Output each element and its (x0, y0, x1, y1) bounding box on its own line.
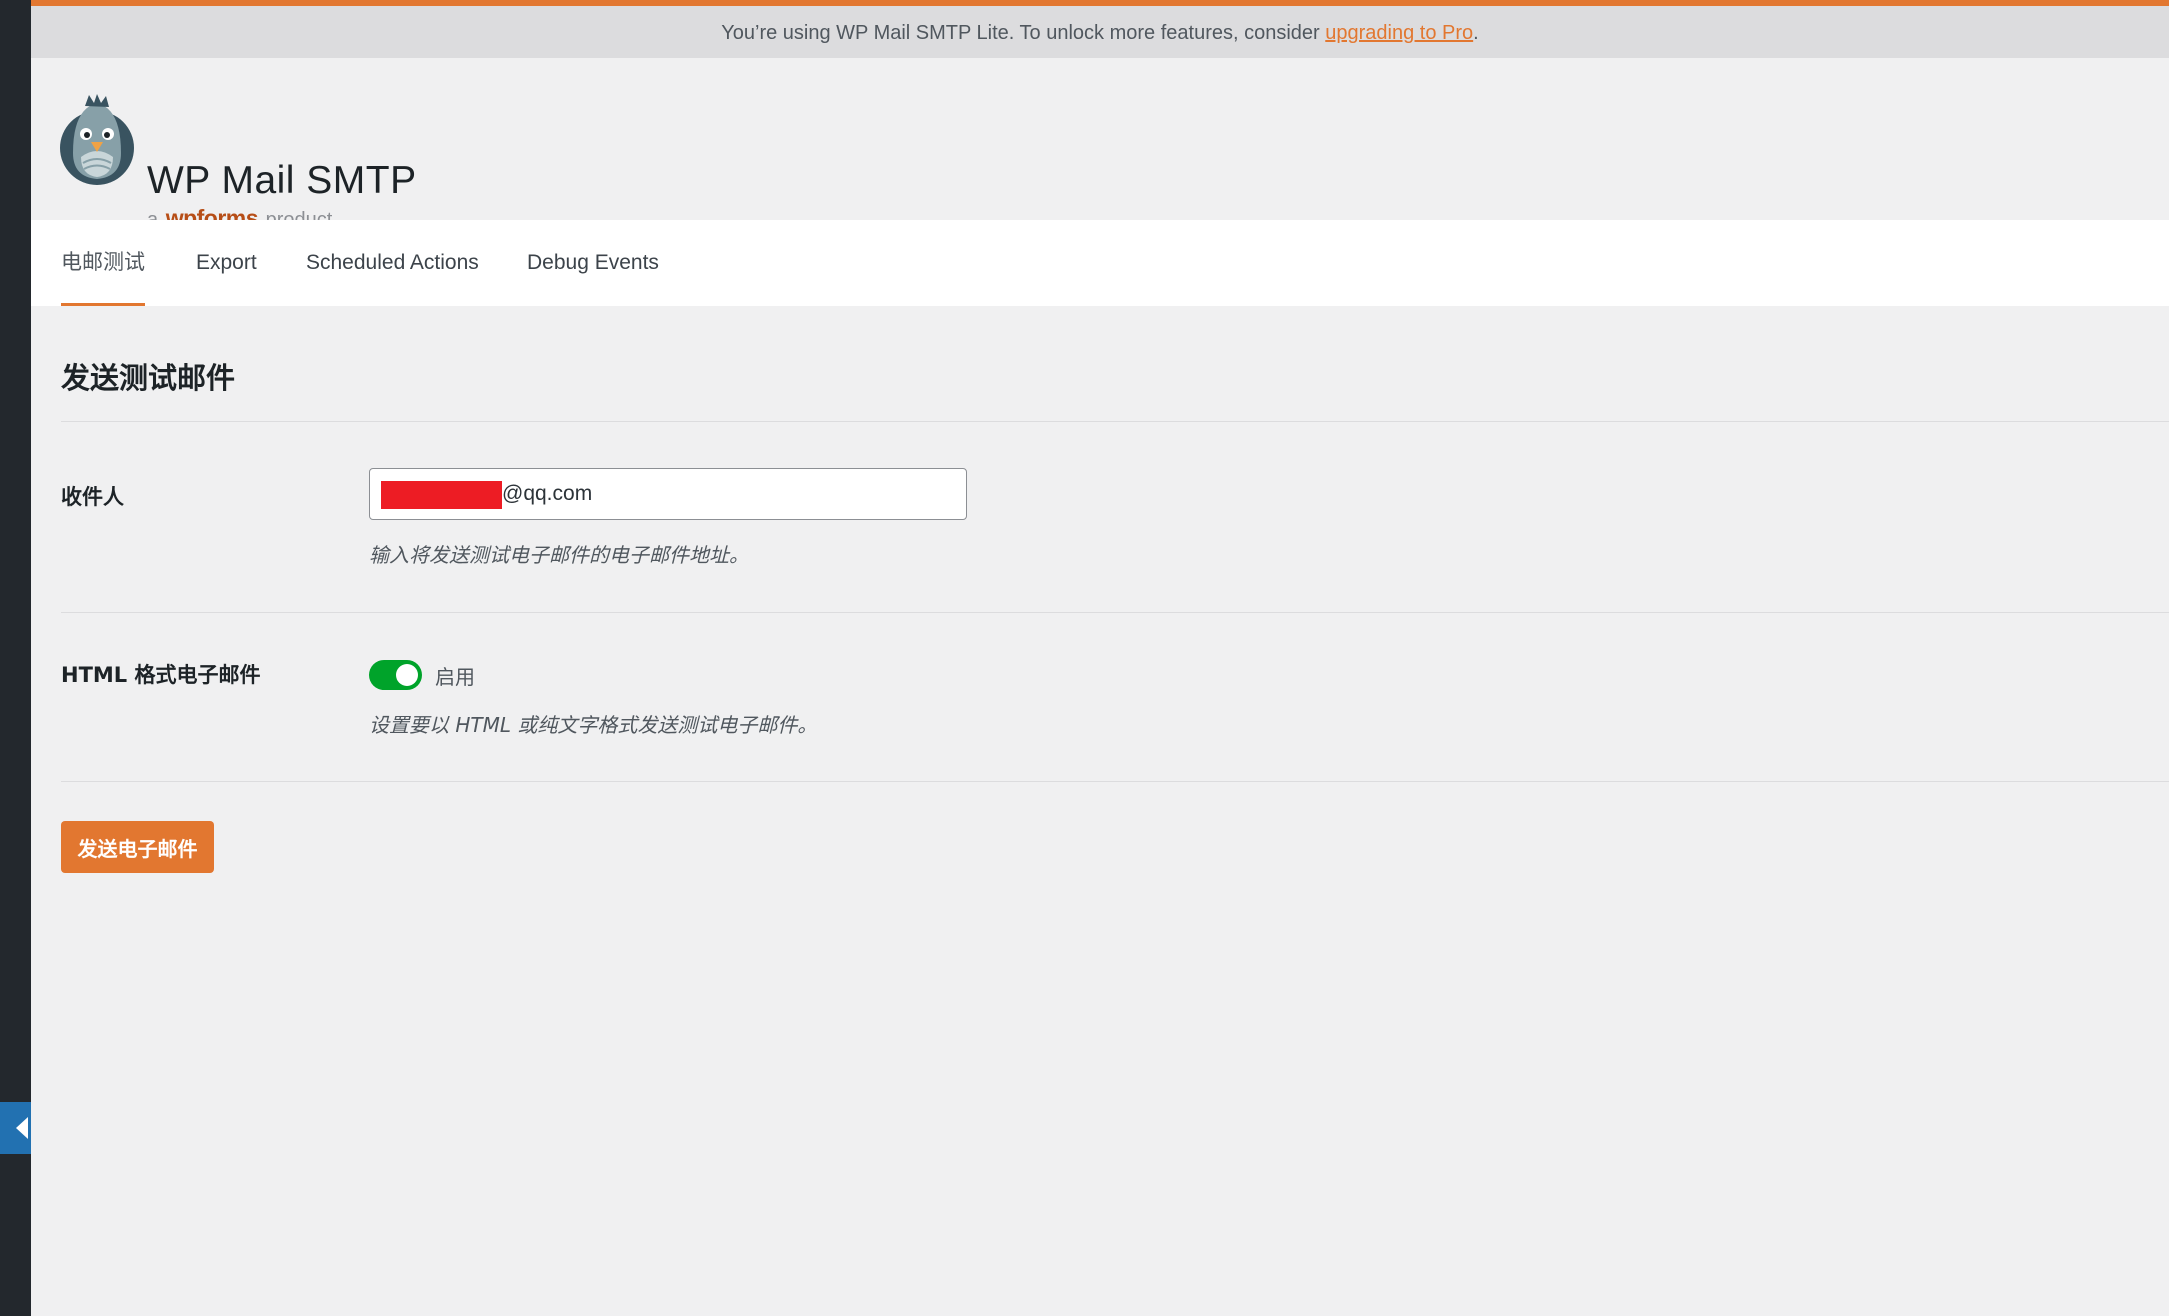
upgrade-link[interactable]: upgrading to Pro (1325, 22, 1473, 44)
section-title: 发送测试邮件 (61, 361, 236, 395)
send-email-button[interactable]: 发送电子邮件 (61, 821, 214, 873)
divider (61, 612, 2169, 613)
tab-bar: 电邮测试 Export Scheduled Actions Debug Even… (31, 220, 2169, 306)
notice-text: You’re using WP Mail SMTP Lite. To unloc… (721, 22, 1326, 44)
html-format-label: HTML 格式电子邮件 (61, 663, 261, 687)
tab-email-test[interactable]: 电邮测试 (61, 220, 145, 306)
main-content: You’re using WP Mail SMTP Lite. To unloc… (31, 0, 2169, 1316)
recipient-label: 收件人 (61, 485, 124, 509)
divider (61, 421, 2169, 422)
pigeon-logo-icon (60, 94, 134, 185)
toggle-label: 启用 (435, 665, 475, 689)
collapse-arrow-icon[interactable] (0, 1102, 31, 1154)
admin-sidebar (0, 0, 31, 1316)
notice-suffix: . (1473, 22, 1479, 44)
brand-title: WP Mail SMTP (147, 159, 417, 202)
email-value: @qq.com (502, 482, 593, 505)
plugin-header: WP Mail SMTP a wpforms product (31, 58, 2169, 231)
recipient-description: 输入将发送测试电子邮件的电子邮件地址。 (369, 543, 749, 567)
tab-scheduled-actions[interactable]: Scheduled Actions (306, 220, 479, 306)
recipient-email-input[interactable]: @qq.com (369, 468, 967, 520)
divider (61, 781, 2169, 782)
html-format-description: 设置要以 HTML 或纯文字格式发送测试电子邮件。 (369, 713, 818, 737)
html-format-toggle[interactable] (369, 660, 422, 690)
tab-debug-events[interactable]: Debug Events (527, 220, 659, 306)
upgrade-notice: You’re using WP Mail SMTP Lite. To unloc… (31, 6, 2169, 58)
tab-export[interactable]: Export (196, 220, 257, 306)
redaction-box (381, 481, 502, 509)
toggle-knob (396, 664, 418, 686)
